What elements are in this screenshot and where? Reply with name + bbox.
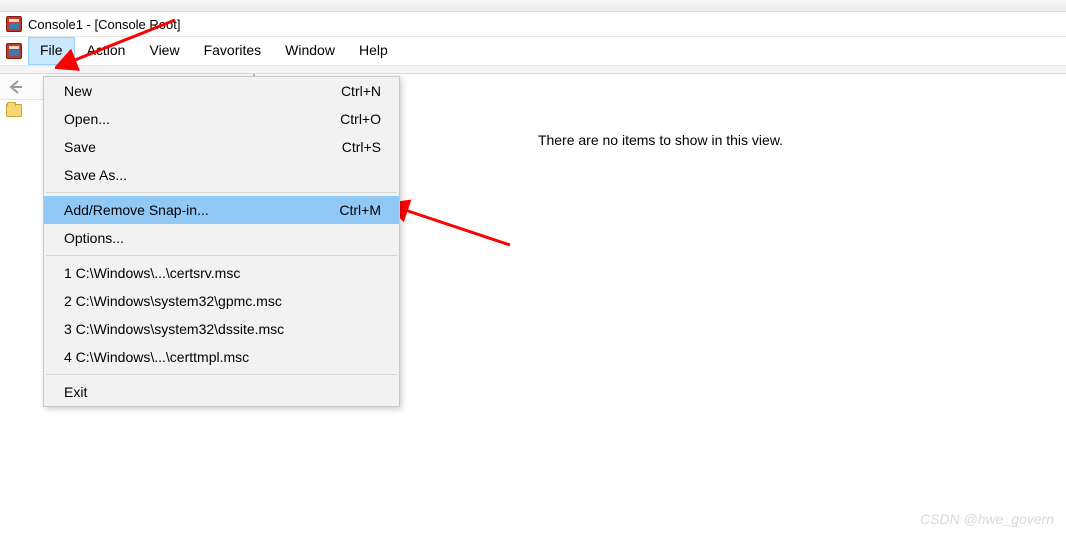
menuitem-exit[interactable]: Exit: [44, 378, 399, 406]
menuitem-3-c-windows-system32-dssite-msc[interactable]: 3 C:\Windows\system32\dssite.msc: [44, 315, 399, 343]
menuitem-save-as[interactable]: Save As...: [44, 161, 399, 189]
menu-action[interactable]: Action: [75, 37, 138, 65]
menuitem-label: Exit: [64, 384, 87, 400]
menuitem-label: 1 C:\Windows\...\certsrv.msc: [64, 265, 240, 281]
quick-toolbar: [0, 0, 1066, 12]
back-icon[interactable]: [6, 78, 24, 96]
menuitem-label: Save As...: [64, 167, 127, 183]
menuitem-options[interactable]: Options...: [44, 224, 399, 252]
toolbar-separator: [0, 66, 1066, 74]
menu-view[interactable]: View: [137, 37, 191, 65]
menuitem-2-c-windows-system32-gpmc-msc[interactable]: 2 C:\Windows\system32\gpmc.msc: [44, 287, 399, 315]
menuitem-shortcut: Ctrl+M: [339, 202, 381, 218]
mmc-icon: [6, 16, 22, 32]
menuitem-new[interactable]: New Ctrl+N: [44, 77, 399, 105]
menu-favorites[interactable]: Favorites: [192, 37, 274, 65]
menu-separator: [46, 374, 397, 375]
menuitem-label: New: [64, 83, 92, 99]
menuitem-label: 2 C:\Windows\system32\gpmc.msc: [64, 293, 282, 309]
menuitem-shortcut: Ctrl+O: [340, 111, 381, 127]
menuitem-1-c-windows-certsrv-msc[interactable]: 1 C:\Windows\...\certsrv.msc: [44, 259, 399, 287]
menuitem-open[interactable]: Open... Ctrl+O: [44, 105, 399, 133]
menuitem-label: 3 C:\Windows\system32\dssite.msc: [64, 321, 284, 337]
mmc-icon-small: [6, 43, 22, 59]
menu-help[interactable]: Help: [347, 37, 400, 65]
empty-message: There are no items to show in this view.: [538, 132, 783, 148]
menuitem-save[interactable]: Save Ctrl+S: [44, 133, 399, 161]
file-menu-dropdown: New Ctrl+N Open... Ctrl+O Save Ctrl+S Save As.…: [43, 76, 400, 407]
menu-separator: [46, 192, 397, 193]
menuitem-shortcut: Ctrl+N: [341, 83, 381, 99]
menu-window[interactable]: Window: [273, 37, 347, 65]
menuitem-label: Save: [64, 139, 96, 155]
menu-separator: [46, 255, 397, 256]
menuitem-label: Open...: [64, 111, 110, 127]
folder-icon: [6, 104, 22, 117]
menuitem-label: Add/Remove Snap-in...: [64, 202, 209, 218]
menuitem-label: 4 C:\Windows\...\certtmpl.msc: [64, 349, 249, 365]
window-title: Console1 - [Console Root]: [28, 17, 180, 32]
menuitem-shortcut: Ctrl+S: [342, 139, 381, 155]
menu-bar: FileActionViewFavoritesWindowHelp: [0, 36, 1066, 66]
menuitem-add-remove-snap-in[interactable]: Add/Remove Snap-in... Ctrl+M: [44, 196, 399, 224]
menuitem-label: Options...: [64, 230, 124, 246]
watermark: CSDN @hwe_govern: [920, 511, 1054, 527]
menu-file[interactable]: File: [28, 37, 75, 65]
title-bar: Console1 - [Console Root]: [0, 12, 1066, 36]
menuitem-4-c-windows-certtmpl-msc[interactable]: 4 C:\Windows\...\certtmpl.msc: [44, 343, 399, 371]
